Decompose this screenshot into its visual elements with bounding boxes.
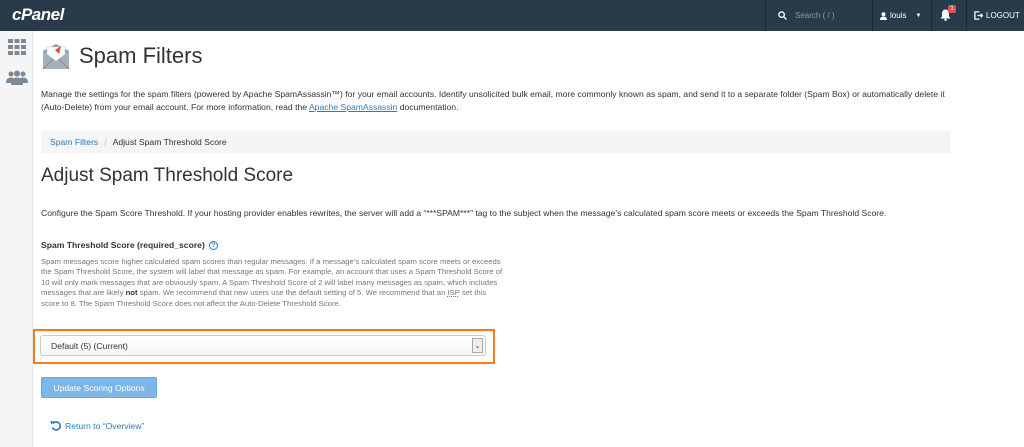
grid-icon[interactable]	[8, 39, 26, 55]
chevron-down-icon[interactable]: ⌄	[472, 338, 483, 353]
search-input[interactable]	[795, 11, 865, 20]
logout-label: LOGOUT	[986, 11, 1020, 20]
threshold-select-value: Default (5) (Current)	[51, 340, 128, 351]
threshold-select[interactable]: Default (5) (Current) ⌄	[40, 335, 486, 356]
divider	[931, 0, 932, 31]
envelope-icon	[42, 44, 70, 70]
configure-text: Configure the Spam Score Threshold. If y…	[41, 208, 887, 218]
users-icon[interactable]	[6, 70, 28, 85]
logout-icon	[974, 11, 983, 20]
username: louis	[890, 11, 907, 20]
search-area[interactable]	[766, 0, 872, 31]
page-header: Spam Filters	[41, 42, 202, 70]
notification-badge: 1	[948, 5, 956, 13]
intro-text-part: Manage the settings for the spam filters…	[41, 89, 945, 112]
top-bar: cPanel louis ▼ 1 LOGOUT	[0, 0, 1024, 31]
chevron-down-icon: ▼	[915, 12, 922, 19]
help-bold: not	[125, 288, 138, 298]
undo-icon	[50, 421, 61, 431]
threshold-help-text: Spam messages score higher calculated sp…	[41, 257, 503, 309]
intro-text-end: documentation.	[397, 101, 459, 112]
help-icon[interactable]: ?	[208, 240, 218, 250]
return-link[interactable]: Return to “Overview”	[50, 420, 144, 431]
user-menu[interactable]: louis ▼	[880, 0, 921, 31]
threshold-label-text: Spam Threshold Score (required_score)	[41, 240, 205, 250]
return-link-label: Return to “Overview”	[65, 420, 145, 431]
update-scoring-button[interactable]: Update Scoring Options	[41, 377, 157, 398]
breadcrumb-separator: /	[104, 137, 107, 147]
isp-abbr: ISP	[447, 288, 460, 298]
divider	[872, 0, 873, 31]
search-icon	[778, 11, 787, 20]
breadcrumb: Spam Filters / Adjust Spam Threshold Sco…	[41, 131, 950, 153]
breadcrumb-current: Adjust Spam Threshold Score	[112, 137, 227, 147]
page-title: Spam Filters	[79, 43, 203, 68]
section-title: Adjust Spam Threshold Score	[41, 165, 294, 186]
intro-text: Manage the settings for the spam filters…	[41, 88, 951, 113]
breadcrumb-spam-filters[interactable]: Spam Filters	[50, 137, 98, 147]
sidebar	[0, 31, 33, 447]
help-part: spam. We recommend that new users use th…	[137, 288, 448, 298]
cpanel-logo[interactable]: cPanel	[12, 5, 64, 25]
threshold-label: Spam Threshold Score (required_score) ?	[41, 240, 218, 250]
apache-spamassassin-link[interactable]: Apache SpamAssassin	[309, 102, 397, 112]
user-icon	[880, 11, 887, 20]
logout-button[interactable]: LOGOUT	[974, 0, 1020, 31]
divider	[966, 0, 967, 31]
